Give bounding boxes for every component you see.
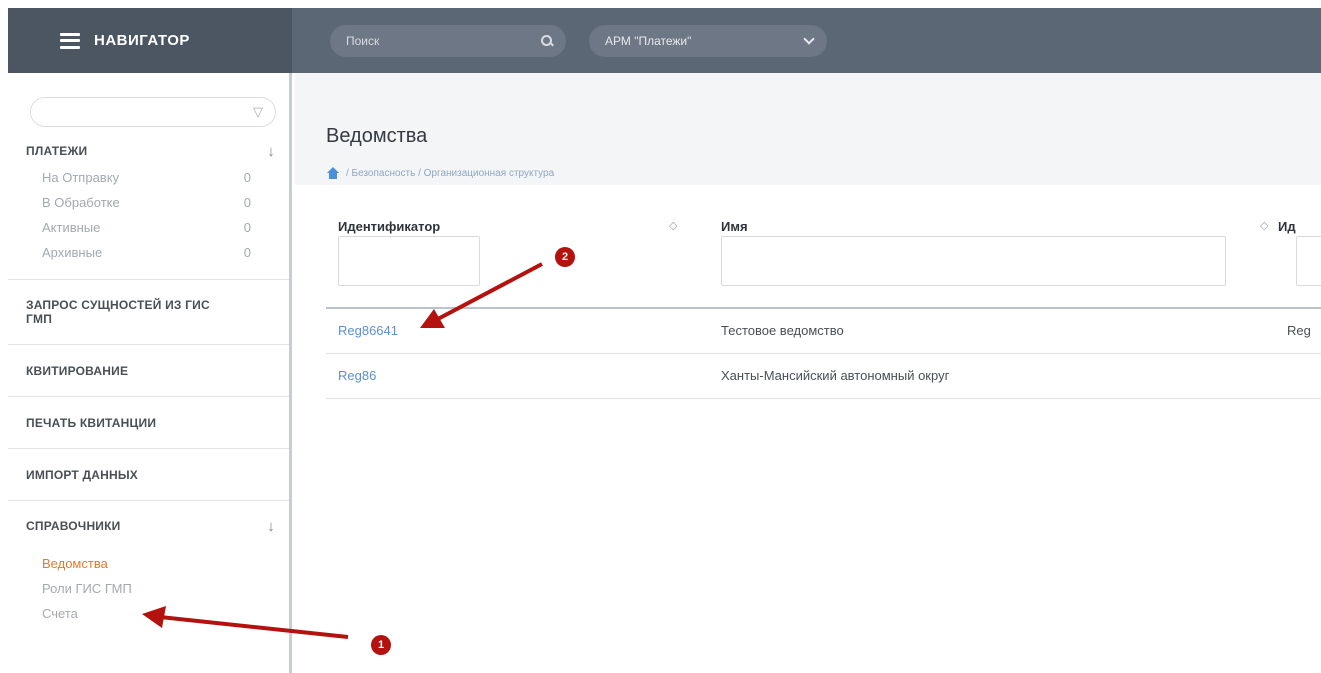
column-header-name[interactable]: Имя (721, 219, 748, 234)
sidebar-item-count: 0 (243, 245, 251, 260)
section-title: КВИТИРОВАНИЕ (26, 363, 129, 378)
sidebar-item-label: Ведомства (42, 556, 108, 571)
sidebar-item-label: На Отправку (42, 170, 120, 185)
menu-icon[interactable] (60, 32, 80, 49)
table-row[interactable]: Reg86641 Тестовое ведомство Reg (326, 309, 1321, 354)
sidebar-item-label: В Обработке (42, 195, 120, 210)
sidebar-section-data-import: ИМПОРТ ДАННЫХ (8, 449, 289, 501)
search-placeholder: Поиск (346, 33, 380, 48)
sidebar-section-print-receipt: ПЕЧАТЬ КВИТАНЦИИ (8, 397, 289, 449)
search-input[interactable]: Поиск (330, 24, 566, 57)
sidebar-section-header[interactable]: КВИТИРОВАНИЕ (26, 345, 275, 396)
arrow-down-icon[interactable]: ↓ (267, 143, 275, 160)
sidebar-section-gis-query: ЗАПРОС СУЩНОСТЕЙ ИЗ ГИС ГМП (8, 280, 289, 345)
top-toolbar: Поиск АРМ "Платежи" (292, 8, 1321, 73)
sidebar-item-departments[interactable]: Ведомства (26, 551, 275, 576)
sidebar-item-count: 0 (243, 195, 251, 210)
column-header-id[interactable]: Идентификатор (338, 219, 440, 234)
annotation-badge-2: 2 (555, 247, 575, 267)
sidebar-item-label: Счета (42, 606, 78, 621)
sidebar-section-header[interactable]: ПЛАТЕЖИ ↓ (26, 137, 275, 165)
breadcrumb-path[interactable]: / Безопасность / Организационная структу… (346, 168, 554, 179)
section-title: ПЛАТЕЖИ (26, 144, 88, 158)
sort-icon[interactable]: ◇ (669, 219, 677, 232)
sort-icon[interactable]: ◇ (1260, 219, 1268, 232)
workspace-value: АРМ "Платежи" (605, 33, 692, 48)
sidebar-filter-input[interactable]: ▽ (30, 97, 276, 127)
section-title: ПЕЧАТЬ КВИТАНЦИИ (26, 415, 157, 430)
sidebar-item[interactable]: Активные 0 (26, 215, 275, 240)
sidebar-section-directories: СПРАВОЧНИКИ ↓ Ведомства Роли ГИС ГМП Сче… (8, 501, 289, 626)
sidebar-section-reconciliation: КВИТИРОВАНИЕ (8, 345, 289, 397)
section-title: ИМПОРТ ДАННЫХ (26, 467, 138, 482)
table-row[interactable]: Reg86 Ханты-Мансийский автономный округ (326, 354, 1321, 399)
section-title: ЗАПРОС СУЩНОСТЕЙ ИЗ ГИС ГМП (26, 298, 210, 326)
filter-id-input[interactable] (338, 236, 480, 286)
workspace-select[interactable]: АРМ "Платежи" (589, 24, 827, 57)
row-extra: Reg (1287, 323, 1311, 338)
sidebar-item-accounts[interactable]: Счета (26, 601, 275, 626)
sidebar-item-label: Активные (42, 220, 101, 235)
column-header-extra[interactable]: Ид (1278, 219, 1296, 234)
row-id-link[interactable]: Reg86 (338, 368, 376, 383)
sidebar-section-header[interactable]: ЗАПРОС СУЩНОСТЕЙ ИЗ ГИС ГМП (26, 280, 275, 344)
main-content: Ведомства / Безопасность / Организационн… (295, 73, 1321, 673)
sidebar-item-label: Роли ГИС ГМП (42, 581, 132, 596)
filter-name-input[interactable] (721, 236, 1226, 286)
filter-extra-input[interactable] (1296, 236, 1321, 286)
sidebar-section-header[interactable]: ИМПОРТ ДАННЫХ (26, 449, 275, 500)
sidebar-item[interactable]: В Обработке 0 (26, 190, 275, 215)
section-title: СПРАВОЧНИКИ (26, 519, 121, 533)
search-icon[interactable] (540, 34, 554, 48)
sidebar-section-payments: ПЛАТЕЖИ ↓ На Отправку 0 В Обработке 0 Ак… (8, 127, 289, 280)
home-icon[interactable] (326, 167, 340, 179)
navigator-brand[interactable]: НАВИГАТОР (8, 8, 292, 73)
filter-icon[interactable]: ▽ (253, 105, 265, 118)
sidebar: ▽ ПЛАТЕЖИ ↓ На Отправку 0 В Обработке 0 … (8, 73, 292, 673)
sidebar-item-count: 0 (243, 170, 251, 185)
sidebar-item-gis-roles[interactable]: Роли ГИС ГМП (26, 576, 275, 601)
page-title: Ведомства (326, 125, 428, 147)
arrow-down-icon[interactable]: ↓ (267, 518, 275, 535)
top-bar: НАВИГАТОР Поиск АРМ "Платежи" (8, 8, 1321, 73)
annotation-badge-1: 1 (371, 635, 391, 655)
brand-title: НАВИГАТОР (94, 32, 190, 49)
sidebar-item-label: Архивные (42, 245, 103, 260)
row-id-link[interactable]: Reg86641 (338, 323, 398, 338)
row-name: Тестовое ведомство (721, 323, 844, 338)
sidebar-section-header[interactable]: ПЕЧАТЬ КВИТАНЦИИ (26, 397, 275, 448)
sidebar-item[interactable]: Архивные 0 (26, 240, 275, 265)
sidebar-item-count: 0 (243, 220, 251, 235)
row-name: Ханты-Мансийский автономный округ (721, 368, 950, 383)
breadcrumb: / Безопасность / Организационная структу… (326, 167, 554, 179)
chevron-down-icon (803, 32, 815, 45)
sidebar-item[interactable]: На Отправку 0 (26, 165, 275, 190)
page-header: Ведомства / Безопасность / Организационн… (295, 73, 1321, 185)
sidebar-section-header[interactable]: СПРАВОЧНИКИ ↓ (26, 501, 275, 551)
